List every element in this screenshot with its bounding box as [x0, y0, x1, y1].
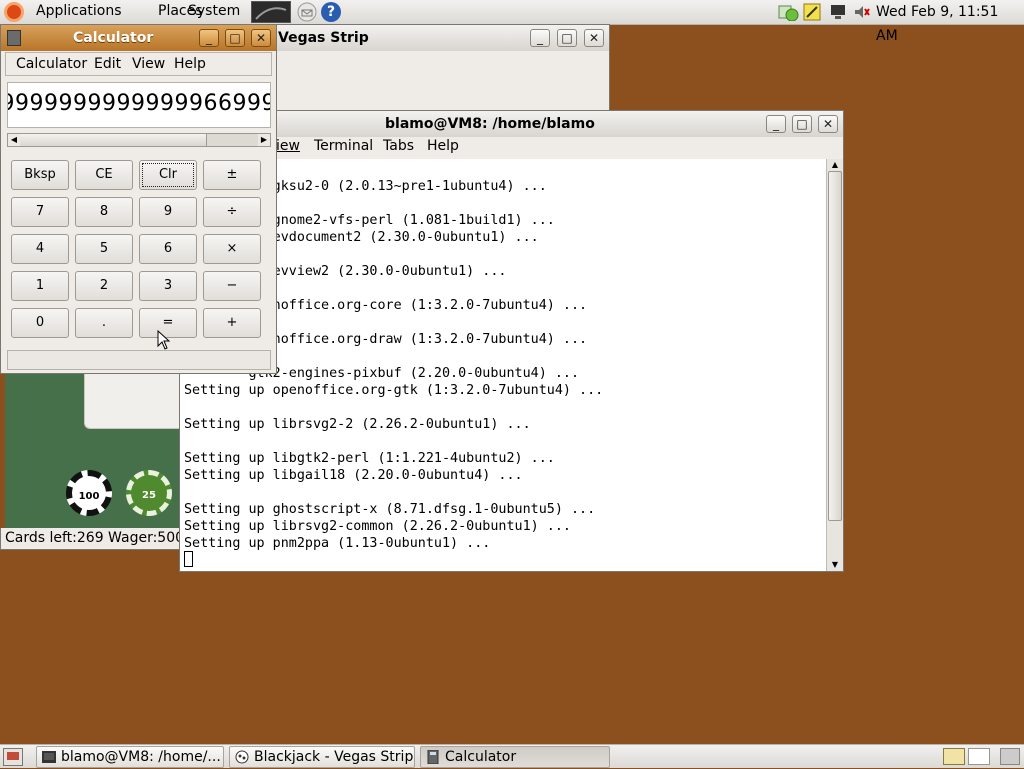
calc-key-9-button[interactable]: 9	[139, 197, 197, 227]
calc-key-clear-entry-button[interactable]: CE	[75, 160, 133, 190]
calculator-app-icon	[7, 30, 21, 46]
playing-card	[84, 372, 186, 429]
terminal-icon	[42, 751, 56, 763]
calc-key-backspace-button[interactable]: Bksp	[11, 160, 69, 190]
terminal-menubar: iew Terminal Tabs Help	[180, 134, 843, 158]
calculator-menu-help-label: Help	[174, 56, 206, 72]
blackjack-title: Vegas Strip	[278, 30, 369, 46]
blackjack-minimize-button[interactable]: _	[530, 29, 550, 47]
system-menu-label: System	[188, 3, 241, 19]
terminal-cursor	[184, 551, 193, 567]
calculator-title: Calculator	[73, 30, 154, 46]
calculator-window: Calculator _ □ ✕ Calculator Edit View He…	[0, 24, 277, 374]
calculator-display-scrollbar[interactable]: ◀ ▶	[7, 133, 271, 147]
chip-25-label: 25	[142, 490, 156, 501]
terminal-menu-help-label: Help	[427, 138, 459, 154]
terminal-scroll-thumb[interactable]	[828, 171, 842, 521]
system-menu[interactable]: System	[184, 0, 244, 24]
scroll-up-arrow-icon[interactable]: ▲	[829, 159, 841, 170]
volume-tray-icon[interactable]	[853, 3, 871, 21]
calculator-menu-help[interactable]: Help	[174, 52, 206, 76]
calculator-menu-calculator[interactable]: Calculator	[16, 52, 87, 76]
terminal-menu-terminal[interactable]: Terminal	[314, 134, 373, 158]
applications-menu[interactable]: Applications	[32, 0, 126, 24]
calculator-menu-edit[interactable]: Edit	[94, 52, 121, 76]
calc-key-3-button[interactable]: 3	[139, 271, 197, 301]
taskbar-item-terminal-label: blamo@VM8: /home/...	[61, 749, 221, 765]
calculator-titlebar[interactable]: Calculator _ □ ✕	[1, 25, 276, 51]
calculator-display[interactable]: 99999999999999966999	[7, 82, 271, 128]
calc-key-clear-button[interactable]: Clr	[139, 160, 197, 190]
calc-key-plus-minus-button[interactable]: ±	[203, 160, 261, 190]
calculator-close-button[interactable]: ✕	[251, 29, 271, 47]
calculator-icon	[427, 750, 439, 764]
calculator-scroll-thumb[interactable]	[20, 134, 207, 146]
calculator-menu-edit-label: Edit	[94, 56, 122, 72]
blackjack-statusbar: Cards left:269 Wager:500	[0, 528, 190, 550]
show-desktop-icon[interactable]	[3, 748, 23, 766]
workspace-switcher-2[interactable]	[968, 748, 990, 765]
trash-icon[interactable]	[1000, 748, 1020, 765]
calc-key-plus-button[interactable]: +	[203, 308, 261, 338]
terminal-menu-tabs[interactable]: Tabs	[383, 134, 414, 158]
mouse-pointer-icon	[157, 330, 171, 350]
ubuntu-logo-icon[interactable]	[4, 2, 24, 22]
terminal-menu-tabs-label: Tabs	[383, 138, 414, 154]
taskbar-item-blackjack[interactable]: Blackjack - Vegas Strip	[229, 746, 415, 768]
calc-key-divide-button[interactable]: ÷	[203, 197, 261, 227]
blackjack-maximize-button[interactable]: □	[557, 29, 577, 47]
calc-key-6-button[interactable]: 6	[139, 234, 197, 264]
chip-100-label: 100	[78, 491, 100, 502]
calc-key-1-button[interactable]: 1	[11, 271, 69, 301]
taskbar-item-blackjack-label: Blackjack - Vegas Strip	[254, 749, 414, 765]
terminal-menu-terminal-label: Terminal	[314, 138, 374, 154]
workspace-switcher-1[interactable]	[943, 748, 965, 765]
browser-launcher-icon[interactable]	[251, 1, 291, 23]
display-tray-icon[interactable]	[829, 3, 847, 21]
terminal-menu-view-label: iew	[276, 138, 300, 154]
taskbar-item-calculator-label: Calculator	[445, 749, 517, 765]
terminal-minimize-button[interactable]: _	[766, 115, 786, 133]
scroll-down-arrow-icon[interactable]: ▼	[829, 559, 841, 570]
terminal-window: blamo@VM8: /home/blamo _ □ ✕ iew Termina…	[179, 110, 844, 572]
calculator-menu-view[interactable]: View	[132, 52, 165, 76]
taskbar-item-calculator[interactable]: Calculator	[420, 746, 610, 768]
terminal-close-button[interactable]: ✕	[818, 115, 838, 133]
network-tray-icon[interactable]	[778, 3, 799, 22]
blackjack-close-button[interactable]: ✕	[584, 29, 604, 47]
chip-25[interactable]: 25	[126, 470, 172, 516]
mail-launcher-icon[interactable]	[296, 1, 318, 23]
taskbar-item-terminal[interactable]: blamo@VM8: /home/...	[36, 746, 224, 768]
blackjack-icon	[235, 750, 249, 764]
scroll-right-arrow-icon[interactable]: ▶	[258, 134, 270, 146]
calc-key-2-button[interactable]: 2	[75, 271, 133, 301]
calc-key-7-button[interactable]: 7	[11, 197, 69, 227]
notes-tray-icon[interactable]	[803, 3, 821, 21]
terminal-maximize-button[interactable]: □	[792, 115, 812, 133]
calculator-menu-calculator-label: Calculator	[16, 56, 88, 72]
scroll-left-arrow-icon[interactable]: ◀	[8, 134, 20, 146]
help-launcher-icon[interactable]: ?	[321, 2, 341, 22]
bottom-panel: blamo@VM8: /home/... Blackjack - Vegas S…	[0, 744, 1024, 768]
calculator-menubar: Calculator Edit View Help	[5, 52, 272, 76]
calculator-maximize-button[interactable]: □	[225, 29, 245, 47]
calculator-minimize-button[interactable]: _	[199, 29, 219, 47]
calculator-display-value: 99999999999999966999	[7, 91, 271, 116]
terminal-scrollbar[interactable]: ▲ ▼	[826, 159, 843, 571]
top-panel: Applications Places System ? Wed Feb 9, …	[0, 0, 1024, 44]
terminal-menu-view[interactable]: iew	[276, 134, 300, 158]
calc-key-decimal-button[interactable]: .	[75, 308, 133, 338]
chip-100[interactable]: 100	[66, 470, 112, 516]
calc-key-4-button[interactable]: 4	[11, 234, 69, 264]
calculator-menu-view-label: View	[132, 56, 166, 72]
terminal-menu-help[interactable]: Help	[427, 134, 459, 158]
calc-key-multiply-button[interactable]: ×	[203, 234, 261, 264]
calc-key-5-button[interactable]: 5	[75, 234, 133, 264]
calc-key-minus-button[interactable]: −	[203, 271, 261, 301]
clock[interactable]: Wed Feb 9, 11:51 AM	[876, 0, 1024, 44]
calc-key-8-button[interactable]: 8	[75, 197, 133, 227]
calculator-statusbar	[7, 350, 271, 370]
calc-key-0-button[interactable]: 0	[11, 308, 69, 338]
